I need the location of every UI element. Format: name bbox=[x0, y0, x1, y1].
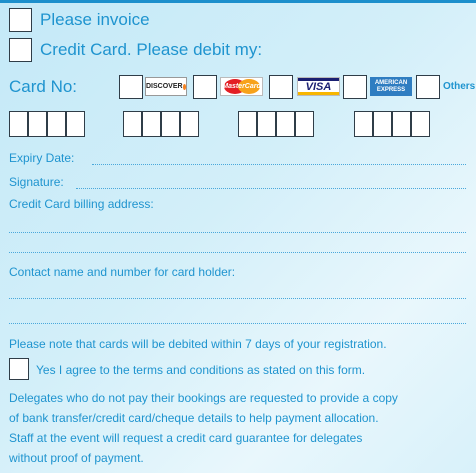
amex-logo: AMERICAN EXPRESS bbox=[370, 77, 412, 96]
card-digit-box[interactable] bbox=[276, 111, 295, 137]
signature-label: Signature: bbox=[9, 175, 64, 189]
contact-line-2[interactable] bbox=[9, 323, 466, 324]
invoice-checkbox[interactable] bbox=[9, 8, 32, 32]
card-digit-box[interactable] bbox=[295, 111, 314, 137]
expiry-date-label: Expiry Date: bbox=[9, 151, 75, 165]
discover-checkbox[interactable] bbox=[119, 75, 143, 99]
delegates-note-line-3: Staff at the event will request a credit… bbox=[9, 431, 363, 445]
others-checkbox[interactable] bbox=[416, 75, 440, 99]
card-digit-box[interactable] bbox=[354, 111, 373, 137]
delegates-note-line-1: Delegates who do not pay their bookings … bbox=[9, 391, 398, 405]
billing-address-line-2[interactable] bbox=[9, 252, 466, 253]
card-digit-box[interactable] bbox=[373, 111, 392, 137]
card-digit-box[interactable] bbox=[161, 111, 180, 137]
signature-line[interactable] bbox=[76, 188, 466, 189]
delegates-note-line-2: of bank transfer/credit card/cheque deta… bbox=[9, 411, 379, 425]
card-digit-box[interactable] bbox=[28, 111, 47, 137]
card-digit-box[interactable] bbox=[47, 111, 66, 137]
card-digit-box[interactable] bbox=[180, 111, 199, 137]
visa-checkbox[interactable] bbox=[269, 75, 293, 99]
card-digit-box[interactable] bbox=[142, 111, 161, 137]
card-digit-box[interactable] bbox=[9, 111, 28, 137]
card-digit-box[interactable] bbox=[238, 111, 257, 137]
discover-logo: DISCOVER bbox=[145, 77, 187, 96]
mastercard-checkbox[interactable] bbox=[193, 75, 217, 99]
contact-line-1[interactable] bbox=[9, 298, 466, 299]
card-number-label: Card No: bbox=[9, 77, 78, 96]
others-label: Others bbox=[443, 81, 476, 92]
billing-address-line-1[interactable] bbox=[9, 232, 466, 233]
card-digit-box[interactable] bbox=[66, 111, 85, 137]
card-digit-box[interactable] bbox=[411, 111, 430, 137]
contact-label: Contact name and number for card holder: bbox=[9, 265, 236, 279]
debit-notice: Please note that cards will be debited w… bbox=[9, 337, 387, 351]
card-digit-box[interactable] bbox=[257, 111, 276, 137]
terms-checkbox[interactable] bbox=[9, 358, 29, 380]
card-digit-box[interactable] bbox=[392, 111, 411, 137]
card-digit-box[interactable] bbox=[123, 111, 142, 137]
mastercard-logo: MasterCard bbox=[220, 77, 263, 96]
credit-card-label: Credit Card. Please debit my: bbox=[40, 40, 263, 59]
billing-address-label: Credit Card billing address: bbox=[9, 197, 154, 211]
delegates-note-line-4: without proof of payment. bbox=[9, 451, 144, 465]
invoice-label: Please invoice bbox=[40, 10, 150, 29]
credit-card-checkbox[interactable] bbox=[9, 38, 32, 62]
visa-logo: VISA bbox=[297, 77, 340, 96]
top-accent-bar bbox=[0, 0, 476, 3]
amex-checkbox[interactable] bbox=[343, 75, 367, 99]
expiry-date-line[interactable] bbox=[92, 164, 466, 165]
terms-label: Yes I agree to the terms and conditions … bbox=[36, 363, 366, 377]
